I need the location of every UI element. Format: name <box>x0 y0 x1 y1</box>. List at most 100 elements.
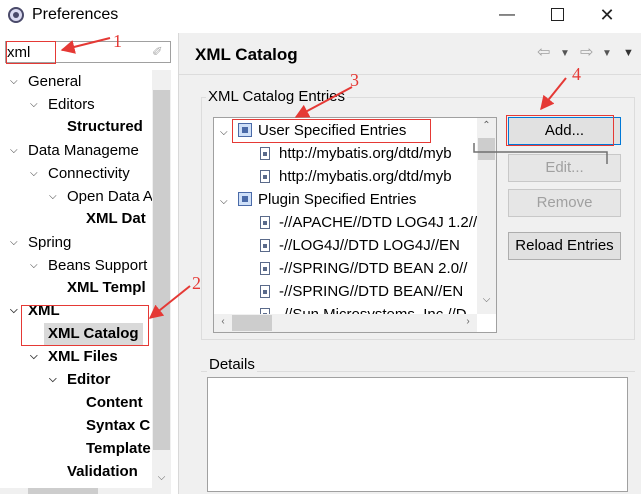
maximize-icon <box>550 8 564 22</box>
chevron-down-icon[interactable]: ⌵ <box>10 140 24 162</box>
tree-item-open-data-access[interactable]: ⌵ Open Data A <box>49 186 152 208</box>
tree-item-label: XML Templ <box>67 279 146 296</box>
entry-row[interactable]: -//LOG4J//DTD LOG4J//EN <box>260 234 460 257</box>
tree-item-templates[interactable]: Template <box>86 438 151 460</box>
tree-item-content-assist[interactable]: Content <box>86 392 143 414</box>
edit-entry-button[interactable]: Edit... <box>508 154 621 182</box>
entry-label: Plugin Specified Entries <box>258 191 417 208</box>
reload-entries-button[interactable]: Reload Entries <box>508 232 621 260</box>
clear-filter-icon[interactable]: ✐ <box>152 44 166 60</box>
entry-row[interactable]: http://mybatis.org/dtd/myb <box>260 165 452 188</box>
tree-item-xml-data[interactable]: XML Dat <box>86 208 146 230</box>
tree-item-label: General <box>28 73 82 90</box>
entry-label: -//SPRING//DTD BEAN 2.0// <box>279 260 468 277</box>
tree-item-label: XML Dat <box>86 210 146 227</box>
entry-plugin-specified[interactable]: ⌵ Plugin Specified Entries <box>220 188 416 211</box>
tree-item-data-management[interactable]: ⌵ Data Manageme <box>10 140 139 162</box>
tree-scroll-thumb[interactable] <box>153 90 170 450</box>
tree-item-connectivity[interactable]: ⌵ Connectivity <box>30 163 130 185</box>
tree-item-label: Syntax C <box>86 417 151 434</box>
chevron-down-icon[interactable]: ⌵ <box>30 255 44 277</box>
window-title: Preferences <box>32 6 119 23</box>
scroll-left-icon[interactable]: ‹ <box>216 316 230 327</box>
forward-dropdown-icon[interactable]: ▼ <box>602 48 612 59</box>
chevron-down-icon[interactable]: ⌵ <box>10 232 24 254</box>
annotation-number-2: 2 <box>192 273 201 293</box>
entry-row[interactable]: http://mybatis.org/dtd/myb <box>260 142 452 165</box>
entry-row[interactable]: -//APACHE//DTD LOG4J 1.2// <box>260 211 477 234</box>
annotation-box-filter <box>6 41 56 64</box>
scroll-up-icon[interactable]: ⌃ <box>478 120 495 131</box>
tree-item-structured[interactable]: Structured <box>67 116 143 138</box>
close-icon: ✕ <box>599 5 615 25</box>
dtd-file-icon <box>260 285 270 298</box>
view-menu-icon[interactable]: ▼ <box>623 47 634 59</box>
entry-label: http://mybatis.org/dtd/myb <box>279 145 452 162</box>
scroll-down-icon[interactable]: ⌵ <box>478 294 495 305</box>
annotation-number-4: 4 <box>572 64 581 84</box>
entry-label: http://mybatis.org/dtd/myb <box>279 168 452 185</box>
scroll-down-icon[interactable]: ⌵ <box>152 468 171 488</box>
dtd-file-icon <box>260 239 270 252</box>
forward-arrow-icon[interactable]: ⇨ <box>580 42 593 62</box>
close-button[interactable]: ✕ <box>585 0 629 32</box>
chevron-down-icon[interactable]: ⌵ <box>49 369 63 391</box>
tree-item-label: Open Data A <box>67 188 152 205</box>
tree-item-beans-support[interactable]: ⌵ Beans Support <box>30 255 147 277</box>
back-arrow-icon[interactable]: ⇦ <box>537 42 550 62</box>
tree-horizontal-thumb[interactable] <box>28 488 98 494</box>
catalog-entries-label: XML Catalog Entries <box>206 88 348 105</box>
tree-item-general[interactable]: ⌵ General <box>10 71 81 93</box>
tree-item-label: Spring <box>28 234 72 251</box>
annotation-box-xml-catalog <box>21 305 149 346</box>
tree-item-xml-templates[interactable]: XML Templ <box>67 277 146 299</box>
tree-item-label: Editor <box>67 371 111 388</box>
tree-item-validation[interactable]: Validation <box>67 461 138 483</box>
tree-item-editors[interactable]: ⌵ Editors <box>30 94 95 116</box>
entry-label: -//SPRING//DTD BEAN//EN <box>279 283 464 300</box>
dtd-file-icon <box>260 216 270 229</box>
tree-item-label: Beans Support <box>48 257 148 274</box>
eclipse-app-icon <box>8 7 24 23</box>
entry-row[interactable]: -//SPRING//DTD BEAN//EN <box>260 280 463 303</box>
catalog-icon <box>238 192 252 206</box>
details-label: Details <box>207 356 257 373</box>
remove-entry-button[interactable]: Remove <box>508 189 621 217</box>
chevron-down-icon[interactable]: ⌵ <box>30 346 44 368</box>
tree-item-spring[interactable]: ⌵ Spring <box>10 232 71 254</box>
tree-item-syntax-coloring[interactable]: Syntax C <box>86 415 150 437</box>
tree-item-label: Editors <box>48 96 95 113</box>
entry-label: -//APACHE//DTD LOG4J 1.2// <box>279 214 478 231</box>
back-dropdown-icon[interactable]: ▼ <box>560 48 570 59</box>
minimize-button[interactable]: — <box>485 0 529 32</box>
annotation-box-user-entries <box>232 119 431 143</box>
tree-item-label: Data Manageme <box>28 142 139 159</box>
chevron-down-icon[interactable]: ⌵ <box>220 190 232 213</box>
preferences-tree: ⌵ General ⌵ Editors Structured ⌵ Data Manag… <box>0 70 152 488</box>
dtd-file-icon <box>260 170 270 183</box>
entry-row[interactable]: -//SPRING//DTD BEAN 2.0// <box>260 257 467 280</box>
maximize-button[interactable] <box>535 0 579 32</box>
chevron-down-icon[interactable]: ⌵ <box>10 71 24 93</box>
minimize-icon: — <box>499 6 515 23</box>
chevron-down-icon[interactable]: ⌵ <box>49 186 63 208</box>
tree-item-xml-files[interactable]: ⌵ XML Files <box>30 346 118 368</box>
details-text-area <box>207 377 628 492</box>
chevron-down-icon[interactable]: ⌵ <box>220 121 232 144</box>
entry-label: -//LOG4J//DTD LOG4J//EN <box>279 237 460 254</box>
annotation-number-3: 3 <box>350 70 359 90</box>
entries-scroll-thumb[interactable] <box>478 138 495 160</box>
chevron-down-icon[interactable]: ⌵ <box>30 94 44 116</box>
tree-item-label: XML Files <box>48 348 118 365</box>
scroll-right-icon[interactable]: › <box>461 316 475 327</box>
entries-horizontal-thumb[interactable] <box>232 315 272 331</box>
tree-item-editor[interactable]: ⌵ Editor <box>49 369 110 391</box>
chevron-down-icon[interactable]: ⌵ <box>30 163 44 185</box>
tree-item-label: Content <box>86 394 143 411</box>
tree-item-label: Structured <box>67 118 143 135</box>
annotation-number-1: 1 <box>113 31 122 51</box>
annotation-box-add <box>506 115 614 146</box>
catalog-entries-tree[interactable]: ⌵ User Specified Entries http://mybatis.o… <box>213 117 497 333</box>
tree-item-label: Template <box>86 440 151 457</box>
tree-item-label: Connectivity <box>48 165 130 182</box>
